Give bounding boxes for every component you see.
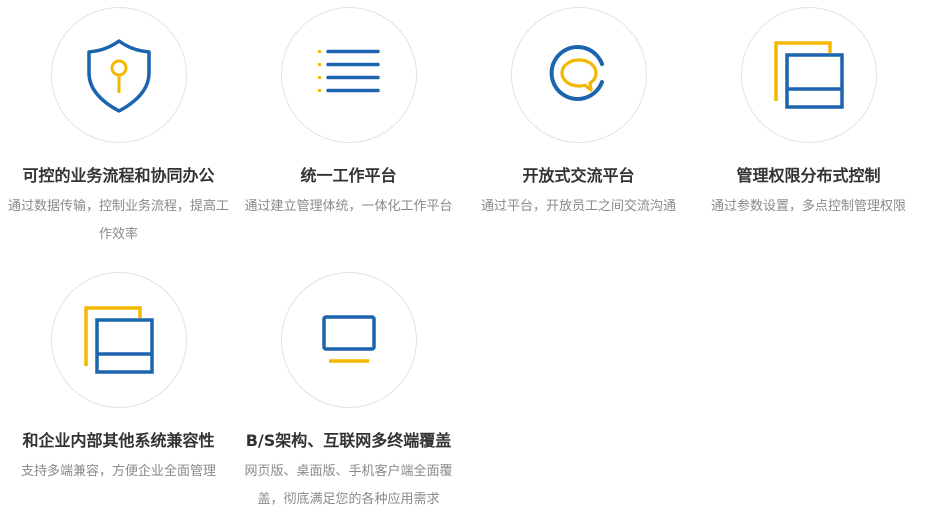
feature-description: 通过建立管理体统，一体化工作平台: [244, 199, 453, 214]
list-icon: [317, 49, 380, 93]
feature-card-controllable-process: 可控的业务流程和协同办公 通过数据传输，控制业务流程，提高工作效率: [6, 7, 231, 249]
feature-description: 通过参数设置，多点控制管理权限: [710, 199, 906, 214]
feature-card-system-compatibility: 和企业内部其他系统兼容性 支持多端兼容，方便企业全面管理: [6, 272, 231, 486]
feature-icon-circle: [280, 272, 417, 408]
feature-description: 通过数据传输，控制业务流程，提高工作效率: [8, 199, 230, 242]
feature-description: 支持多端兼容，方便企业全面管理: [20, 464, 216, 479]
monitor-icon: [321, 315, 376, 363]
feature-title: B/S架构、互联网多终端覆盖: [245, 431, 452, 450]
feature-description: 网页版、桌面版、手机客户端全面覆盖，彻底满足您的各种应用需求: [244, 464, 453, 507]
feature-icon-circle: [50, 7, 187, 143]
feature-icon-circle: [280, 7, 417, 143]
stacked-windows-icon: [773, 41, 844, 109]
feature-icon-circle: [740, 7, 877, 143]
feature-title: 和企业内部其他系统兼容性: [22, 431, 215, 450]
feature-description: 通过平台，开放员工之间交流沟通: [480, 199, 676, 214]
shield-key-icon: [86, 39, 151, 113]
feature-card-unified-platform: 统一工作平台 通过建立管理体统，一体化工作平台: [236, 7, 461, 221]
feature-icon-circle: [50, 272, 187, 408]
feature-title: 管理权限分布式控制: [736, 166, 881, 185]
chat-bubble-icon: [549, 45, 604, 101]
feature-card-bs-multi-terminal: B/S架构、互联网多终端覆盖 网页版、桌面版、手机客户端全面覆盖，彻底满足您的各…: [236, 272, 461, 514]
feature-title: 统一工作平台: [300, 166, 397, 185]
feature-title: 可控的业务流程和协同办公: [22, 166, 215, 185]
stacked-windows-icon: [83, 306, 154, 374]
feature-title: 开放式交流平台: [522, 166, 635, 185]
feature-card-open-communication: 开放式交流平台 通过平台，开放员工之间交流沟通: [466, 7, 691, 221]
feature-card-permission-control: 管理权限分布式控制 通过参数设置，多点控制管理权限: [696, 7, 921, 221]
feature-icon-circle: [510, 7, 647, 143]
